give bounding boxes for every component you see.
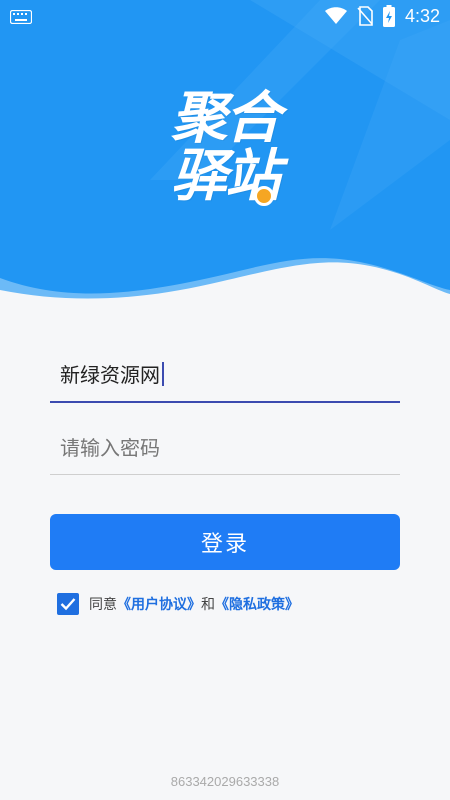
checkmark-icon: [60, 598, 76, 611]
app-logo: 聚合 驿站: [0, 90, 450, 206]
privacy-policy-link[interactable]: 《隐私政策》: [215, 594, 299, 614]
status-time: 4:32: [404, 5, 440, 26]
login-button[interactable]: 登录: [50, 514, 400, 570]
device-id: 863342029633338: [170, 774, 280, 789]
keyboard-icon: [10, 10, 32, 24]
username-field[interactable]: 新绿资源网: [50, 349, 400, 403]
header-banner: 4:32 聚合 驿站: [0, 0, 450, 310]
agree-and: 和: [201, 597, 215, 613]
logo-line-1: 聚合: [171, 86, 281, 151]
no-sim-icon: [357, 6, 373, 26]
logo-line-2: 驿站: [171, 144, 281, 209]
password-placeholder: 请输入密码: [60, 436, 160, 460]
agreement-checkbox[interactable]: [57, 593, 79, 615]
agree-prefix: 同意: [89, 597, 117, 613]
status-bar: 4:32: [0, 0, 450, 32]
wifi-icon: [324, 7, 347, 24]
username-value: 新绿资源网: [60, 363, 160, 387]
text-caret: [162, 362, 164, 386]
battery-charging-icon: [382, 5, 395, 27]
logo-dot-icon: [254, 186, 274, 206]
agreement-row: 同意 《用户协议》 和 《隐私政策》: [57, 592, 299, 616]
password-field[interactable]: 请输入密码: [50, 422, 400, 475]
user-agreement-link[interactable]: 《用户协议》: [117, 594, 201, 614]
